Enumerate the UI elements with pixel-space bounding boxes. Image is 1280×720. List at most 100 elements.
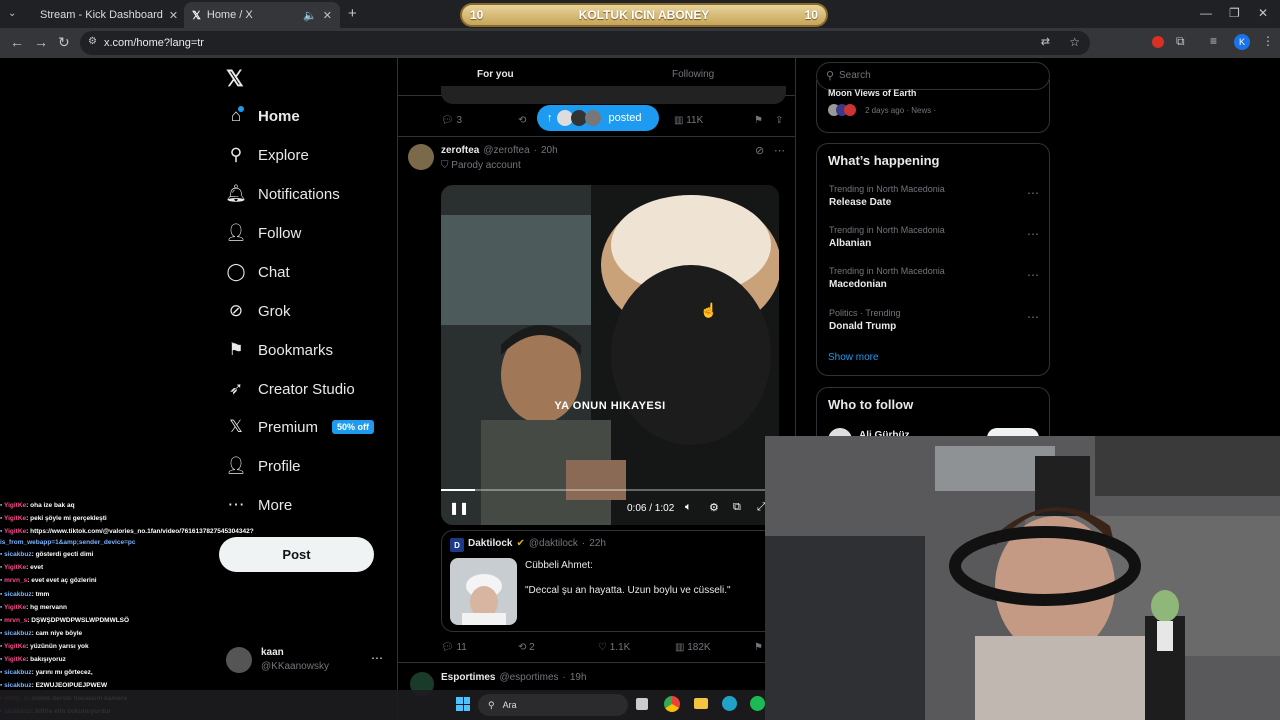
video-progress-track[interactable]	[441, 489, 779, 491]
chat-username[interactable]: YigitKe	[4, 643, 26, 650]
tweet-time[interactable]: 19h	[570, 672, 587, 683]
chat-username[interactable]: YigitKe	[4, 564, 26, 571]
chat-username[interactable]: sicakbuz	[4, 551, 31, 558]
nav-follow[interactable]: 👤︎ Follow	[225, 223, 301, 243]
pip-icon[interactable]: ⧉	[733, 501, 741, 514]
nav-explore[interactable]: ⚲ Explore	[226, 145, 309, 165]
chrome-icon[interactable]	[664, 696, 680, 712]
new-tab-button[interactable]: +	[348, 5, 357, 22]
chat-username[interactable]: sicakbuz	[4, 669, 31, 676]
author-name[interactable]: Esportimes	[441, 672, 495, 683]
reload-icon[interactable]: ↻	[58, 34, 70, 51]
more-icon[interactable]: ⋯	[1027, 186, 1039, 200]
share-icon[interactable]: ⇪	[775, 115, 783, 126]
nav-creator-studio[interactable]: ➶ Creator Studio	[226, 379, 355, 399]
nav-bookmarks[interactable]: ⚑ Bookmarks	[226, 340, 333, 360]
url-input[interactable]: ⚙ x.com/home?lang=tr ⇄ ☆	[80, 31, 1090, 55]
forward-icon[interactable]: →	[34, 34, 48, 50]
chat-username[interactable]: sicakbuz	[4, 591, 31, 598]
trend-item[interactable]: Trending in North Macedonia Macedonian	[829, 266, 945, 290]
chat-username[interactable]: sicakbuz	[4, 682, 31, 689]
close-icon[interactable]: ✕	[323, 9, 332, 22]
site-info-icon[interactable]: ⚙	[88, 36, 97, 47]
trend-item[interactable]: Trending in North Macedonia Release Date	[829, 184, 945, 208]
chat-username[interactable]: YigitKe	[4, 656, 26, 663]
media-icon[interactable]: ≡	[1210, 34, 1217, 48]
task-view-icon[interactable]	[636, 698, 648, 710]
new-posts-pill[interactable]: ↑ posted	[537, 105, 659, 131]
chat-username[interactable]: mrvn_s	[4, 577, 27, 584]
quoted-tweet[interactable]: D Daktilock ✔ @daktilock · 22h Cübbeli A…	[441, 530, 779, 632]
minimize-button[interactable]: —	[1200, 6, 1212, 20]
reply-button[interactable]: 💬︎ 11	[441, 642, 467, 653]
maximize-button[interactable]: ❐	[1229, 6, 1240, 20]
views-button[interactable]: ▥ 11K	[674, 115, 703, 126]
trend-item[interactable]: Politics · Trending Donald Trump	[829, 308, 901, 332]
grok-icon[interactable]: ⊘	[755, 144, 764, 157]
tweet-header: Esportimes @esportimes · 19h	[441, 672, 587, 683]
tab-search-icon[interactable]: ⌄	[8, 8, 16, 19]
video-player[interactable]: YA ONUN HIKAYESI ❚❚ 0:06 / 1:02 🔈︎ ⚙ ⧉ ⤢	[441, 185, 779, 525]
window-close-button[interactable]: ✕	[1258, 6, 1268, 20]
show-more-link[interactable]: Show more	[828, 352, 879, 363]
taskbar-search[interactable]: ⚲ Ara	[478, 694, 628, 716]
start-icon[interactable]	[456, 697, 470, 711]
author-handle[interactable]: @zeroftea	[483, 145, 529, 156]
chat-username[interactable]: YigitKe	[4, 604, 26, 611]
chat-username[interactable]: YigitKe	[4, 502, 26, 509]
more-icon[interactable]: ⋯	[1027, 268, 1039, 282]
bookmark-icon[interactable]: ⚑	[754, 115, 763, 126]
edge-icon[interactable]	[722, 696, 737, 711]
tab-following[interactable]: Following	[672, 69, 714, 80]
nav-label: Chat	[258, 263, 290, 281]
nav-premium[interactable]: 𝕏 Premium 50% off	[226, 417, 375, 437]
back-icon[interactable]: ←	[10, 34, 24, 50]
views-button[interactable]: ▥ 182K	[675, 642, 711, 653]
volume-icon[interactable]: 🔈︎	[685, 501, 692, 514]
translate-icon[interactable]: ⇄	[1041, 35, 1050, 48]
nav-notifications[interactable]: 🔔︎ Notifications	[225, 184, 340, 204]
chat-username[interactable]: mrvn_s	[4, 617, 27, 624]
like-button[interactable]: ♡ 1.1K	[598, 642, 630, 653]
more-icon[interactable]: ⋯	[774, 144, 785, 157]
bookmark-icon[interactable]: ⚑	[754, 642, 763, 653]
grok-icon: ⊘	[228, 301, 244, 320]
tab-x-home[interactable]: 𝕏 Home / X 🔈 ✕	[184, 2, 340, 28]
x-logo-icon[interactable]: 𝕏	[226, 66, 244, 92]
tab-kick-dashboard[interactable]: Stream - Kick Dashboard ✕	[26, 2, 182, 28]
profile-avatar[interactable]: K	[1234, 34, 1250, 50]
speaker-icon[interactable]: 🔈	[303, 9, 317, 22]
nav-grok[interactable]: ⊘ Grok	[226, 301, 291, 321]
chat-username[interactable]: YigitKe	[4, 515, 26, 522]
more-icon[interactable]: ⋯	[1027, 227, 1039, 241]
trend-item[interactable]: Trending in North Macedonia Albanian	[829, 225, 945, 249]
nav-chat[interactable]: ◯ Chat	[226, 262, 290, 282]
tweet-time[interactable]: 20h	[541, 145, 558, 156]
spotify-icon[interactable]	[750, 696, 765, 711]
nav-profile[interactable]: 👤︎ Profile	[225, 456, 300, 476]
file-explorer-icon[interactable]	[694, 698, 708, 709]
x-logo-icon: 𝕏	[229, 417, 243, 436]
retweet-button[interactable]: ⟲ 2	[518, 642, 535, 653]
rocket-icon: ➶	[228, 379, 244, 398]
chat-username[interactable]: sicakbuz	[4, 630, 31, 637]
reply-button[interactable]: 💬︎ 3	[441, 115, 462, 126]
more-icon[interactable]: ⋯	[1027, 310, 1039, 324]
chat-username[interactable]: YigitKe	[4, 528, 26, 535]
pause-icon[interactable]: ❚❚	[449, 501, 469, 515]
author-name[interactable]: zeroftea	[441, 145, 479, 156]
avatar[interactable]	[408, 144, 434, 170]
extensions-puzzle-icon[interactable]: ⧉	[1176, 34, 1185, 49]
retweet-icon[interactable]: ⟲	[518, 115, 526, 126]
menu-icon[interactable]: ⋮	[1262, 34, 1274, 48]
bookmark-star-icon[interactable]: ☆	[1069, 35, 1080, 49]
chat-text: : oha ize bak aq	[26, 502, 75, 509]
nav-home[interactable]: ⌂ Home	[226, 106, 300, 126]
author-handle[interactable]: @esportimes	[499, 672, 558, 683]
chat-message: ▪ sicakbuz: gösterdi gecti dimi	[0, 551, 380, 558]
tab-for-you[interactable]: For you	[477, 69, 514, 80]
extension-icon[interactable]	[1152, 36, 1164, 48]
news-card[interactable]: Moon Views of Earth 2 days ago · News ·	[816, 80, 1050, 133]
settings-icon[interactable]: ⚙	[709, 501, 719, 514]
close-icon[interactable]: ✕	[169, 9, 178, 22]
